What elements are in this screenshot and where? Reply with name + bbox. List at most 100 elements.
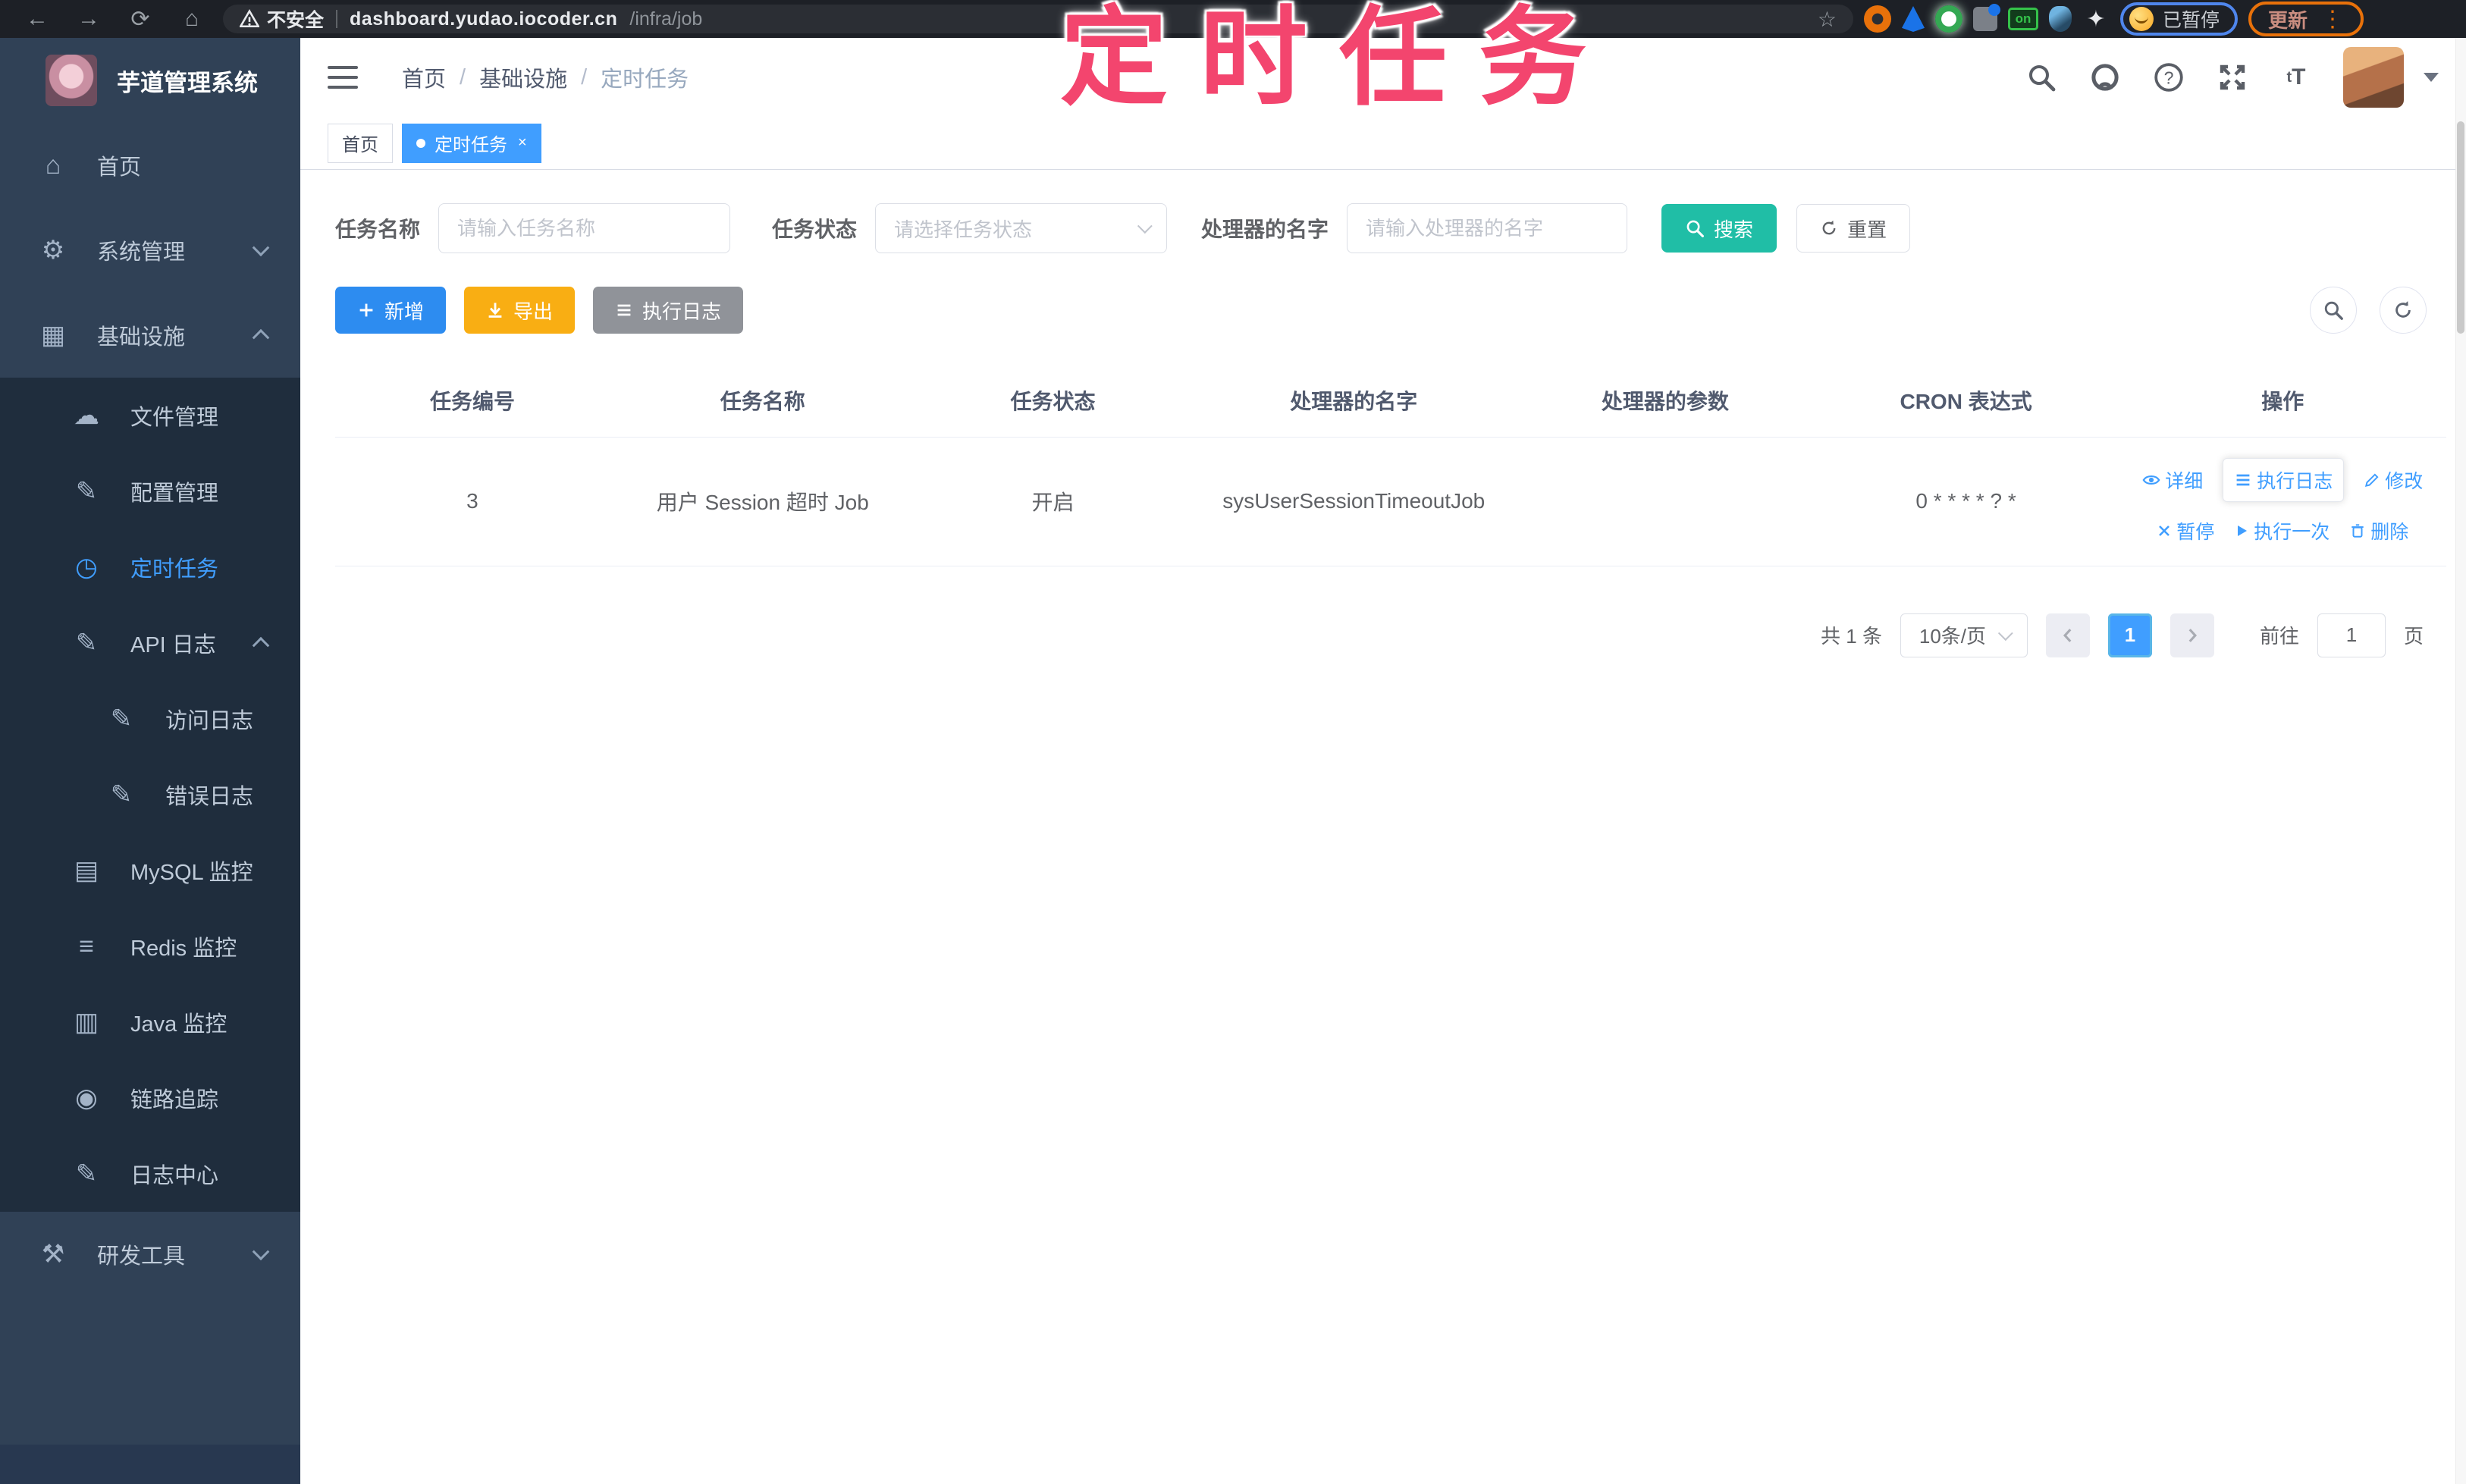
tab-home[interactable]: 首页 bbox=[328, 123, 393, 163]
user-avatar[interactable] bbox=[2343, 47, 2404, 108]
sidebar-item-error-log[interactable]: ✎ 错误日志 bbox=[0, 757, 300, 833]
sidebar-item-redis-monitor[interactable]: ≡ Redis 监控 bbox=[0, 908, 300, 984]
sidebar: 芋道管理系统 ⌂ 首页 ⚙ 系统管理 ▦ 基础设施 ☁ 文件管理 ✎ 配置管理 … bbox=[0, 38, 300, 1484]
vertical-scrollbar[interactable] bbox=[2455, 38, 2466, 1484]
bookmark-star-icon[interactable]: ☆ bbox=[1818, 7, 1837, 32]
scrollbar-thumb[interactable] bbox=[2457, 121, 2464, 334]
sidebar-item-mysql-monitor[interactable]: ▤ MySQL 监控 bbox=[0, 833, 300, 908]
sidebar-item-config-management[interactable]: ✎ 配置管理 bbox=[0, 453, 300, 529]
list-icon bbox=[615, 301, 633, 319]
search-icon[interactable] bbox=[2025, 61, 2058, 94]
export-button[interactable]: 导出 bbox=[464, 287, 576, 334]
chrome-update-button[interactable]: 更新 ⋮ bbox=[2248, 2, 2364, 36]
sidebar-item-log-center[interactable]: ✎ 日志中心 bbox=[0, 1136, 300, 1212]
sidebar-item-dev-tools[interactable]: ⚒ 研发工具 bbox=[0, 1212, 300, 1297]
sidebar-item-java-monitor[interactable]: ▥ Java 监控 bbox=[0, 984, 300, 1060]
sidebar-bottom-strip bbox=[0, 1445, 300, 1484]
extension-icon-grid[interactable] bbox=[1973, 4, 2000, 31]
download-icon bbox=[486, 301, 504, 319]
browser-back-button[interactable]: ← bbox=[17, 4, 58, 34]
help-question-icon[interactable] bbox=[2152, 61, 2185, 94]
sidebar-item-scheduled-jobs[interactable]: ◷ 定时任务 bbox=[0, 529, 300, 605]
prev-page-button[interactable] bbox=[2045, 613, 2090, 657]
fullscreen-icon[interactable] bbox=[2216, 61, 2249, 94]
x-icon bbox=[2157, 523, 2172, 538]
browser-home-button[interactable]: ⌂ bbox=[171, 4, 212, 34]
user-menu-caret-icon[interactable] bbox=[2424, 73, 2439, 82]
pause-link[interactable]: 暂停 bbox=[2157, 517, 2214, 544]
list-icon bbox=[2234, 471, 2252, 489]
chevron-down-icon bbox=[252, 1243, 270, 1261]
sidebar-item-system-management[interactable]: ⚙ 系统管理 bbox=[0, 208, 300, 293]
refresh-table-button[interactable] bbox=[2380, 287, 2427, 334]
navbar-actions: ttTT bbox=[2025, 47, 2439, 108]
trash-icon bbox=[2349, 522, 2366, 539]
browser-forward-button[interactable]: → bbox=[68, 4, 109, 34]
sidebar-item-home[interactable]: ⌂ 首页 bbox=[0, 123, 300, 208]
annotation-overlay-title: 定时任务 bbox=[1060, 0, 1618, 118]
task-name-label: 任务名称 bbox=[335, 218, 421, 241]
task-status-label: 任务状态 bbox=[772, 218, 858, 241]
breadcrumb-separator: / bbox=[460, 64, 466, 89]
extensions-puzzle-icon[interactable]: ✦ bbox=[2082, 5, 2110, 33]
active-tab-dot bbox=[416, 138, 425, 148]
detail-link[interactable]: 详细 bbox=[2142, 466, 2203, 494]
profile-paused-chip[interactable]: 已暂停 bbox=[2120, 2, 2239, 36]
edit-link[interactable]: 修改 bbox=[2364, 466, 2423, 494]
github-icon[interactable] bbox=[2088, 61, 2122, 94]
sidebar-item-tracing[interactable]: ◉ 链路追踪 bbox=[0, 1060, 300, 1136]
sidebar-item-access-log[interactable]: ✎ 访问日志 bbox=[0, 681, 300, 757]
refresh-icon bbox=[1820, 219, 1838, 237]
cell-job-id: 3 bbox=[335, 437, 610, 566]
database-icon: ▤ bbox=[74, 856, 99, 885]
reset-button[interactable]: 重置 bbox=[1796, 204, 1911, 253]
extension-icon-bug[interactable] bbox=[2049, 6, 2072, 32]
search-button[interactable]: 搜索 bbox=[1661, 204, 1777, 253]
edit-icon: ✎ bbox=[75, 1159, 98, 1188]
breadcrumb-home[interactable]: 首页 bbox=[402, 61, 446, 93]
breadcrumb-infrastructure[interactable]: 基础设施 bbox=[479, 61, 567, 93]
page-size-select[interactable]: 10条/页 bbox=[1900, 613, 2028, 657]
extension-icon-blue[interactable] bbox=[1902, 6, 1925, 32]
sidebar-item-api-log[interactable]: ✎ API 日志 bbox=[0, 605, 300, 681]
extension-icon-green[interactable] bbox=[1935, 5, 1962, 33]
chevron-down-icon bbox=[1137, 218, 1153, 234]
edit-icon: ✎ bbox=[75, 629, 98, 657]
next-page-button[interactable] bbox=[2170, 613, 2214, 657]
extension-icon-orange[interactable] bbox=[1864, 5, 1891, 33]
task-status-select[interactable]: 请选择任务状态 bbox=[875, 203, 1168, 253]
task-name-input[interactable] bbox=[438, 203, 731, 253]
sidebar-item-file-management[interactable]: ☁ 文件管理 bbox=[0, 378, 300, 453]
handler-name-input[interactable] bbox=[1347, 203, 1628, 253]
goto-label: 前往 bbox=[2259, 625, 2299, 648]
text-size-icon[interactable]: ttTT bbox=[2279, 61, 2313, 94]
edit-icon: ✎ bbox=[110, 704, 133, 733]
tab-scheduled-jobs[interactable]: 定时任务 × bbox=[402, 123, 541, 163]
edit-icon: ✎ bbox=[110, 780, 133, 809]
logo-avatar-image bbox=[45, 55, 97, 106]
sidebar-toggle-hamburger-icon[interactable] bbox=[328, 65, 358, 89]
chevron-down-icon bbox=[252, 239, 270, 257]
page-unit-label: 页 bbox=[2403, 625, 2424, 648]
monitor-icon: ▥ bbox=[74, 1008, 99, 1037]
job-log-link[interactable]: 执行日志 bbox=[2223, 458, 2345, 502]
browser-reload-button[interactable]: ⟳ bbox=[120, 4, 161, 34]
browser-menu-dots-icon[interactable]: ⋮ bbox=[2321, 6, 2344, 33]
tab-close-icon[interactable]: × bbox=[518, 134, 527, 152]
delete-link[interactable]: 删除 bbox=[2349, 517, 2408, 544]
sidebar-item-infrastructure[interactable]: ▦ 基础设施 bbox=[0, 293, 300, 378]
toggle-search-button[interactable] bbox=[2310, 287, 2357, 334]
add-button[interactable]: 新增 bbox=[335, 287, 447, 334]
execution-log-button[interactable]: 执行日志 bbox=[593, 287, 744, 334]
table-row: 3 用户 Session 超时 Job 开启 sysUserSessionTim… bbox=[335, 437, 2446, 566]
profile-emoji-avatar bbox=[2129, 7, 2154, 31]
sidebar-logo[interactable]: 芋道管理系统 bbox=[0, 38, 300, 123]
run-once-link[interactable]: 执行一次 bbox=[2234, 517, 2330, 544]
extension-icon-on-badge[interactable]: on bbox=[2008, 8, 2038, 30]
eye-icon: ◉ bbox=[75, 1084, 98, 1112]
current-page-button[interactable]: 1 bbox=[2107, 613, 2152, 657]
security-chip[interactable]: 不安全 bbox=[240, 5, 324, 33]
cloud-icon: ☁ bbox=[74, 401, 99, 430]
goto-page-input[interactable] bbox=[2317, 613, 2386, 657]
app-title: 芋道管理系统 bbox=[117, 69, 258, 96]
